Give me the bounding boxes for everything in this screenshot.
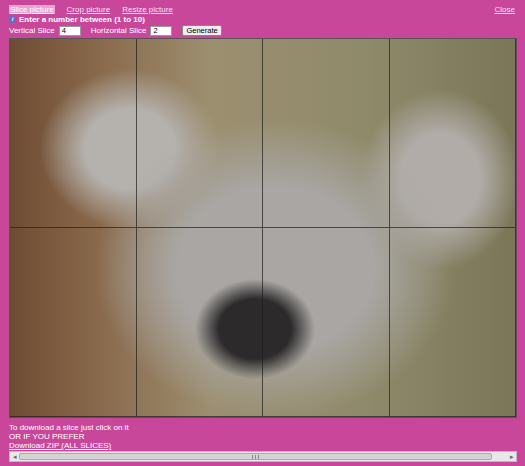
instruction: i Enter a number between (1 to 10) (9, 15, 517, 24)
scroll-thumb[interactable] (19, 453, 492, 460)
field-label: Vertical Slice (9, 26, 55, 35)
tab[interactable]: Crop picture (67, 5, 111, 14)
hint-text: To download a slice just click on it (9, 423, 517, 432)
generate-button[interactable]: Generate (182, 25, 221, 36)
scroll-right-button[interactable]: ▸ (507, 452, 516, 461)
close-link[interactable]: Close (495, 5, 515, 14)
slice-cell[interactable] (10, 39, 137, 228)
slice-tool-page: Slice pictureCrop pictureResize picture … (0, 0, 525, 466)
field-label: Horizontal Slice (91, 26, 147, 35)
instruction-text: Enter a number between (1 to 10) (19, 15, 145, 24)
tab[interactable]: Slice picture (9, 5, 55, 14)
tab[interactable]: Resize picture (122, 5, 173, 14)
slice-controls: Vertical Slice Horizontal Slice Generate (9, 24, 517, 37)
slice-cell[interactable] (263, 228, 390, 417)
slice-input[interactable] (59, 26, 81, 36)
top-bar: Slice pictureCrop pictureResize picture … (9, 0, 517, 15)
slice-cell[interactable] (137, 228, 264, 417)
photo (9, 38, 517, 418)
or-text: OR IF YOU PREFER (9, 432, 517, 441)
download-zip-link[interactable]: Download ZIP (ALL SLICES) (9, 441, 517, 450)
scroll-track (19, 453, 507, 460)
slice-cell[interactable] (10, 228, 137, 417)
slice-cell[interactable] (390, 39, 517, 228)
horizontal-scrollbar[interactable]: ◂ ▸ (9, 451, 517, 462)
grip-icon (252, 455, 259, 459)
slice-cell[interactable] (137, 39, 264, 228)
footer: To download a slice just click on it OR … (9, 418, 517, 450)
info-icon: i (9, 16, 16, 23)
tab-list: Slice picture Crop picture Resize picture (9, 5, 173, 14)
slice-input[interactable] (150, 26, 172, 36)
scroll-left-button[interactable]: ◂ (10, 452, 19, 461)
slice-cell[interactable] (263, 39, 390, 228)
slice-cell[interactable] (390, 228, 517, 417)
